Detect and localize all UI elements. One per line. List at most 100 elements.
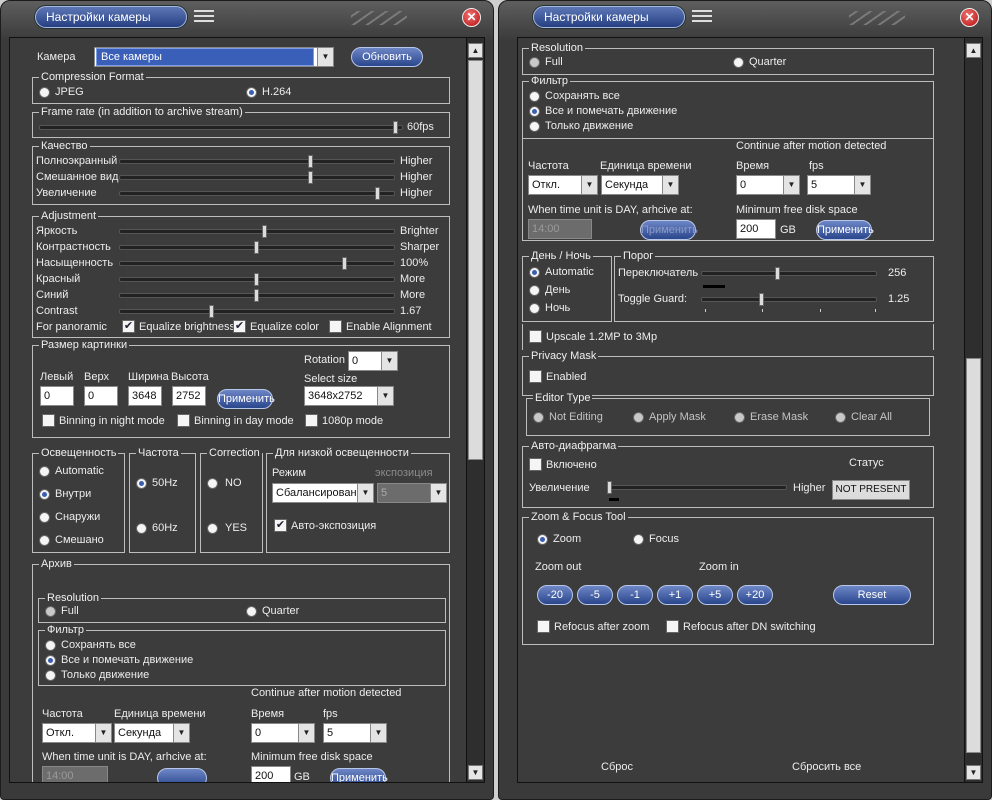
iris-zoom-slider[interactable] [607, 485, 787, 490]
filter-mark-motion-radio[interactable] [45, 655, 56, 666]
adj-slider-1[interactable] [119, 229, 395, 234]
iris-zoom-thumb[interactable] [607, 481, 612, 494]
quality-thumb-1[interactable] [308, 155, 313, 168]
archive-quarter-radio[interactable] [246, 606, 257, 617]
adj-thumb-6[interactable] [209, 305, 214, 318]
top-input[interactable]: 0 [84, 386, 118, 406]
refresh-button[interactable]: Обновить [351, 47, 423, 67]
mode-select[interactable]: Сбалансирован ▼ [272, 483, 374, 503]
privacy-enabled-checkbox[interactable] [529, 370, 542, 383]
disk-input[interactable]: 200 [736, 219, 776, 239]
archive-quarter-radio[interactable] [733, 57, 744, 68]
jpeg-radio[interactable] [39, 87, 50, 98]
quality-thumb-3[interactable] [375, 187, 380, 200]
zoom-radio[interactable] [537, 534, 548, 545]
time-select[interactable]: 0 ▼ [736, 175, 800, 195]
correction-yes-radio[interactable] [207, 523, 218, 534]
daynight-night-radio[interactable] [529, 303, 540, 314]
scroll-up-icon[interactable]: ▲ [966, 43, 981, 58]
light-outside-radio[interactable] [39, 512, 50, 523]
right-scrollbar[interactable]: ▲ ▼ [964, 38, 982, 782]
close-icon[interactable]: ✕ [462, 8, 481, 27]
daynight-automatic-radio[interactable] [529, 267, 540, 278]
scroll-thumb[interactable] [468, 60, 483, 460]
zoom-plus-5-button[interactable]: +5 [697, 585, 733, 605]
day-apply-button[interactable] [157, 768, 207, 782]
height-input[interactable]: 2752 [172, 386, 206, 406]
filter-motion-only-radio[interactable] [45, 670, 56, 681]
zoom-minus-20-button[interactable]: -20 [537, 585, 573, 605]
camera-select[interactable]: Все камеры ▼ [94, 47, 334, 67]
archive-full-radio[interactable] [529, 57, 540, 68]
editor-not-editing-radio[interactable] [533, 412, 544, 423]
quality-slider-2[interactable] [119, 175, 395, 180]
guard-slider[interactable] [701, 297, 877, 302]
filter-save-all-radio[interactable] [45, 640, 56, 651]
h264-radio[interactable] [246, 87, 257, 98]
quality-thumb-2[interactable] [308, 171, 313, 184]
framerate-slider-track[interactable] [39, 125, 403, 130]
archive-apply-button[interactable]: Применить [330, 768, 388, 782]
zoom-reset-button[interactable]: Reset [833, 585, 911, 605]
scroll-down-icon[interactable]: ▼ [966, 765, 981, 780]
fps-select[interactable]: 5 ▼ [323, 723, 387, 743]
left-input[interactable]: 0 [40, 386, 74, 406]
filter-save-all-radio[interactable] [529, 91, 540, 102]
fps-select[interactable]: 5 ▼ [807, 175, 871, 195]
quality-slider-3[interactable] [119, 191, 395, 196]
zoom-plus-20-button[interactable]: +20 [737, 585, 773, 605]
eq-color-checkbox[interactable]: ✔ [233, 320, 246, 333]
adj-thumb-1[interactable] [262, 225, 267, 238]
reset-all-link[interactable]: Сбросить все [792, 760, 861, 774]
alignment-checkbox[interactable] [329, 320, 342, 333]
zoom-plus-1-button[interactable]: +1 [657, 585, 693, 605]
freq-select[interactable]: Откл. ▼ [528, 175, 598, 195]
close-icon[interactable]: ✕ [960, 8, 979, 27]
select-size-select[interactable]: 3648x2752 ▼ [304, 386, 394, 406]
disk-input[interactable]: 200 [251, 766, 291, 782]
correction-no-radio[interactable] [207, 478, 218, 489]
filter-motion-only-radio[interactable] [529, 121, 540, 132]
time-select[interactable]: 0 ▼ [251, 723, 315, 743]
left-scrollbar[interactable]: ▲ ▼ [466, 38, 484, 782]
editor-apply-mask-radio[interactable] [633, 412, 644, 423]
binning-night-checkbox[interactable] [42, 414, 55, 427]
menu-icon[interactable] [194, 10, 214, 24]
iris-enabled-checkbox[interactable] [529, 458, 542, 471]
reset-link[interactable]: Сброс [601, 760, 633, 774]
unit-select[interactable]: Секунда ▼ [114, 723, 190, 743]
scroll-down-icon[interactable]: ▼ [468, 765, 483, 780]
adj-thumb-5[interactable] [254, 289, 259, 302]
adj-thumb-4[interactable] [254, 273, 259, 286]
switch-slider[interactable] [701, 271, 877, 276]
1080p-checkbox[interactable] [305, 414, 318, 427]
focus-radio[interactable] [633, 534, 644, 545]
upscale-checkbox[interactable] [529, 330, 542, 343]
scroll-up-icon[interactable]: ▲ [468, 43, 483, 58]
auto-exposure-checkbox[interactable]: ✔ [274, 519, 287, 532]
switch-thumb[interactable] [775, 267, 780, 280]
light-automatic-radio[interactable] [39, 466, 50, 477]
adj-thumb-3[interactable] [342, 257, 347, 270]
rotation-select[interactable]: 0 ▼ [348, 351, 398, 371]
freq-60-radio[interactable] [136, 523, 147, 534]
quality-slider-1[interactable] [119, 159, 395, 164]
framerate-slider-thumb[interactable] [393, 121, 398, 134]
zoom-minus-1-button[interactable]: -1 [617, 585, 653, 605]
refocus-dn-checkbox[interactable] [666, 620, 679, 633]
exposure-select[interactable]: 5 ▼ [377, 483, 447, 503]
size-apply-button[interactable]: Применить [217, 389, 275, 409]
refocus-zoom-checkbox[interactable] [537, 620, 550, 633]
guard-thumb[interactable] [759, 293, 764, 306]
scroll-thumb[interactable] [966, 358, 981, 753]
filter-mark-motion-radio[interactable] [529, 106, 540, 117]
zoom-minus-5-button[interactable]: -5 [577, 585, 613, 605]
day-time-input[interactable]: 14:00 [528, 219, 592, 239]
day-time-input[interactable]: 14:00 [42, 766, 108, 782]
archive-apply-button[interactable]: Применить [816, 220, 874, 240]
light-mixed-radio[interactable] [39, 535, 50, 546]
freq-50-radio[interactable] [136, 478, 147, 489]
adj-thumb-2[interactable] [254, 241, 259, 254]
freq-select[interactable]: Откл. ▼ [42, 723, 112, 743]
width-input[interactable]: 3648 [128, 386, 162, 406]
